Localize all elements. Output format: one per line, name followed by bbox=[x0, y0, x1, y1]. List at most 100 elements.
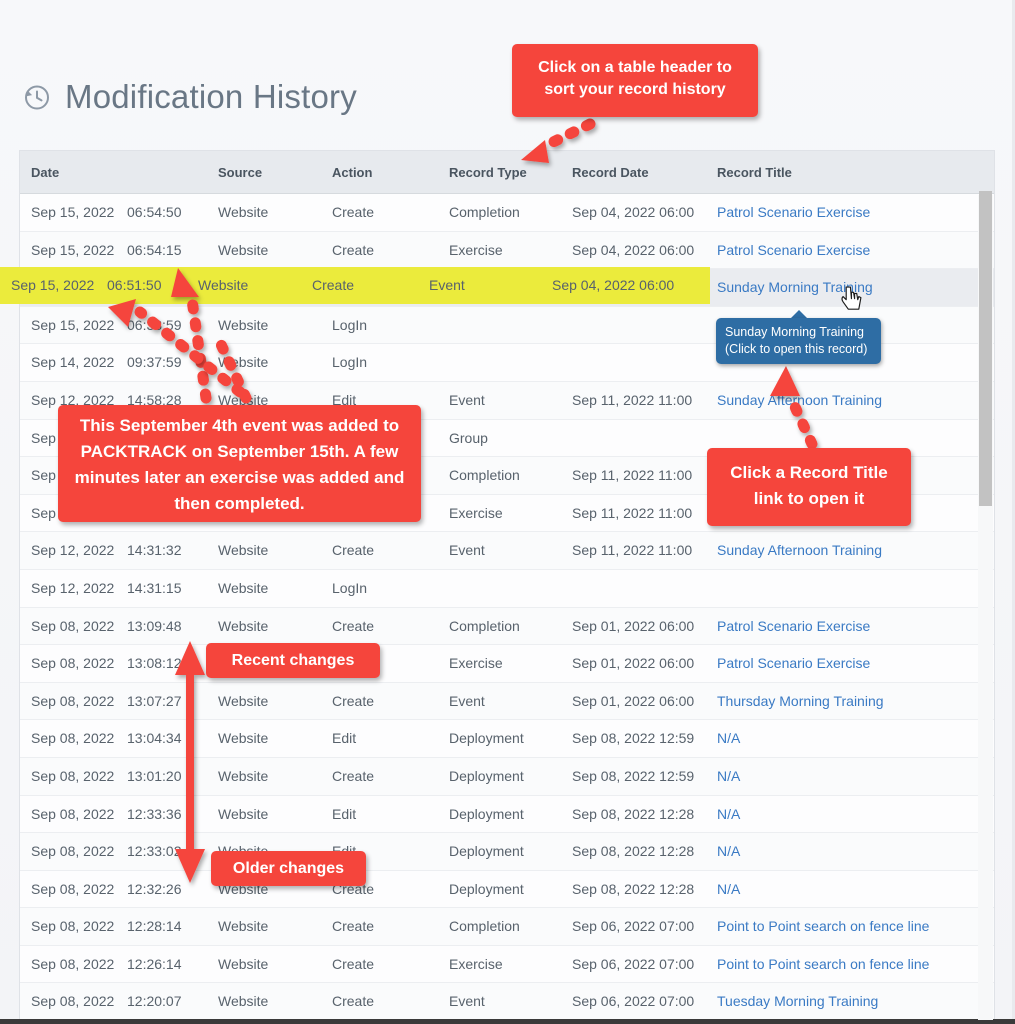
cell-date: Sep 08, 2022 bbox=[31, 767, 115, 784]
record-title-link[interactable]: Thursday Morning Training bbox=[717, 693, 884, 709]
cell-date: Sep 08, 2022 bbox=[31, 880, 115, 897]
table-scrollbar-thumb[interactable] bbox=[979, 191, 992, 506]
table-row[interactable]: Sep 15, 2022 06:54:50 Website Create Complet… bbox=[20, 194, 994, 232]
cell-date: Sep 15, 2022 bbox=[31, 241, 115, 258]
record-title-link[interactable]: N/A bbox=[717, 843, 740, 859]
cell-date: Sep 08, 2022 bbox=[31, 993, 115, 1010]
column-header-action[interactable]: Action bbox=[332, 165, 372, 180]
badge-older-changes: Older changes bbox=[211, 851, 366, 886]
table-row[interactable]: Sep 08, 2022 12:32:26 Website Create Deploym… bbox=[20, 870, 994, 909]
cell-time: 06:38:59 bbox=[127, 316, 182, 333]
cell-record-type: Deployment bbox=[449, 805, 524, 822]
cell-action: LogIn bbox=[332, 316, 368, 333]
cell-time: 13:04:34 bbox=[127, 730, 182, 747]
table-row[interactable]: Sep 12, 2022 14:31:15 Website LogIn bbox=[20, 569, 994, 608]
page-title: Modification History bbox=[65, 78, 357, 115]
cell-record-date: Sep 11, 2022 11:00 bbox=[572, 504, 693, 521]
cell-action: LogIn bbox=[332, 354, 368, 371]
record-title-link[interactable]: Patrol Scenario Exercise bbox=[717, 242, 870, 258]
cell-time: 13:07:27 bbox=[127, 692, 182, 709]
cell-time: 12:32:26 bbox=[127, 880, 182, 897]
tooltip-line-2: (Click to open this record) bbox=[725, 342, 868, 356]
cell-record-type: Event bbox=[449, 391, 485, 408]
table-row[interactable]: Sep 08, 2022 13:07:27 Website Create Event Se… bbox=[20, 682, 994, 721]
cell-record-date: Sep 08, 2022 12:59 bbox=[572, 730, 695, 747]
column-header-record-type[interactable]: Record Type bbox=[449, 165, 527, 180]
cell-time: 09:37:59 bbox=[127, 354, 182, 371]
cell-record-date: Sep 01, 2022 06:00 bbox=[572, 655, 695, 672]
table-row[interactable]: Sep 08, 2022 12:26:14 Website Create Exercis… bbox=[20, 945, 994, 984]
column-header-source[interactable]: Source bbox=[218, 165, 262, 180]
tooltip-line-1: Sunday Morning Training bbox=[725, 325, 864, 339]
history-clock-icon bbox=[20, 81, 52, 113]
cell-source: Website bbox=[218, 241, 269, 258]
table-row[interactable]: Sep 08, 2022 13:09:48 Website Create Complet… bbox=[20, 607, 994, 646]
cell-action: Create bbox=[332, 767, 375, 784]
callout-open-record-instruction: Click a Record Title link to open it bbox=[707, 448, 911, 526]
record-title-link[interactable]: Patrol Scenario Exercise bbox=[717, 655, 870, 671]
cell-record-date: Sep 08, 2022 12:59 bbox=[572, 767, 695, 784]
table-row[interactable]: Sep 08, 2022 12:20:07 Website Create Event Se… bbox=[20, 983, 994, 1020]
cell-time: 06:54:15 bbox=[127, 241, 182, 258]
cell-record-date: Sep 11, 2022 11:00 bbox=[572, 467, 693, 484]
cell-source: Website bbox=[218, 955, 269, 972]
record-title-link[interactable]: N/A bbox=[717, 881, 740, 897]
table-row[interactable]: Sep 08, 2022 13:01:20 Website Create Deploym… bbox=[20, 757, 994, 796]
cell-date: Sep 15, 2022 bbox=[31, 316, 115, 333]
column-header-date[interactable]: Date bbox=[31, 165, 59, 180]
cell-source: Website bbox=[218, 316, 269, 333]
cell-date: Sep 08, 2022 bbox=[31, 805, 115, 822]
cell-record-date: Sep 04, 2022 06:00 bbox=[572, 279, 695, 296]
cell-record-date: Sep 01, 2022 06:00 bbox=[572, 692, 695, 709]
record-title-link[interactable]: Sunday Afternoon Training bbox=[717, 392, 882, 408]
table-row[interactable]: Sep 12, 2022 14:31:32 Website Create Event Se… bbox=[20, 532, 994, 570]
cell-date: Sep 08, 2022 bbox=[31, 955, 115, 972]
record-title-link[interactable]: Tuesday Morning Training bbox=[717, 993, 878, 1009]
table-row[interactable]: Sep 08, 202213:08:12WebsiteExerciseSep 0… bbox=[20, 645, 994, 683]
cell-action: Create bbox=[332, 542, 375, 559]
table-row[interactable]: Sep 08, 2022 12:28:14 Website Create Complet… bbox=[20, 908, 994, 946]
cell-time: 14:31:15 bbox=[127, 579, 182, 596]
record-title-link[interactable]: Point to Point search on fence line bbox=[717, 956, 929, 972]
cell-date: Sep 08, 2022 bbox=[31, 843, 115, 860]
cell-source: Website bbox=[218, 617, 269, 634]
table-row[interactable]: Sep 15, 2022 06:51:50 Website Create Event Se… bbox=[20, 269, 994, 307]
cell-time: 06:51:50 bbox=[127, 279, 182, 296]
record-title-link[interactable]: N/A bbox=[717, 730, 740, 746]
cell-record-date: Sep 04, 2022 06:00 bbox=[572, 204, 695, 220]
cell-action: Create bbox=[332, 617, 375, 634]
cell-source: Website bbox=[218, 542, 269, 559]
record-title-link[interactable]: N/A bbox=[717, 806, 740, 822]
cell-date: Sep 08, 2022 bbox=[31, 655, 115, 672]
record-title-link[interactable]: Patrol Scenario Exercise bbox=[717, 618, 870, 634]
cell-record-date: Sep 08, 2022 12:28 bbox=[572, 880, 695, 897]
cell-record-type: Completion bbox=[449, 617, 520, 634]
column-header-record-title[interactable]: Record Title bbox=[717, 165, 792, 180]
record-title-link[interactable]: Sunday Morning Training bbox=[717, 279, 873, 295]
cell-source: Website bbox=[218, 204, 269, 220]
record-title-link[interactable]: Sunday Afternoon Training bbox=[717, 542, 882, 558]
cell-date: Sep 12, 2022 bbox=[31, 579, 115, 596]
cell-record-type: Deployment bbox=[449, 880, 524, 897]
table-row[interactable]: Sep 15, 2022 06:54:15 Website Create Exercis… bbox=[20, 231, 994, 270]
table-row[interactable]: Sep 08, 2022 13:04:34 Website Edit Deploymen… bbox=[20, 720, 994, 758]
cell-date: Sep 12, 2022 bbox=[31, 542, 115, 559]
record-title-link[interactable]: N/A bbox=[717, 768, 740, 784]
cell-source: Website bbox=[218, 354, 269, 371]
record-title-link[interactable]: Point to Point search on fence line bbox=[717, 918, 929, 934]
cell-record-date: Sep 06, 2022 07:00 bbox=[572, 993, 695, 1010]
cell-record-type: Event bbox=[449, 279, 485, 296]
column-header-record-date[interactable]: Record Date bbox=[572, 165, 649, 180]
callout-event-explanation: This September 4th event was added to PA… bbox=[58, 405, 421, 522]
cell-time: 14:31:32 bbox=[127, 542, 182, 559]
cell-record-date: Sep 01, 2022 06:00 bbox=[572, 617, 695, 634]
cell-date: Sep 14, 2022 bbox=[31, 354, 115, 371]
table-header-row: Date Source Action Record Type Record Da… bbox=[20, 151, 994, 194]
table-row[interactable]: Sep 08, 202212:33:02WebsiteEditDeploymen… bbox=[20, 833, 994, 871]
cell-source: Website bbox=[218, 918, 269, 935]
record-title-link[interactable]: Patrol Scenario Exercise bbox=[717, 204, 870, 220]
cell-time: 06:54:50 bbox=[127, 204, 182, 220]
cell-time: 12:28:14 bbox=[127, 918, 182, 935]
table-row[interactable]: Sep 08, 2022 12:33:36 Website Edit Deploymen… bbox=[20, 795, 994, 834]
cell-record-type: Exercise bbox=[449, 655, 503, 672]
